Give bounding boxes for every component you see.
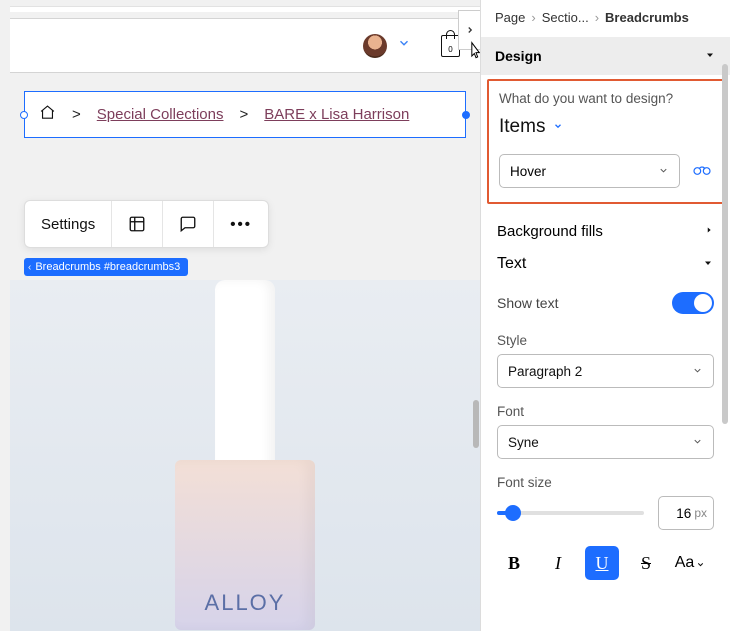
fontsize-slider[interactable] (497, 511, 644, 515)
italic-button[interactable]: I (541, 546, 575, 580)
chevron-down-icon (702, 256, 714, 273)
comment-icon[interactable] (163, 201, 214, 247)
chevron-down-icon (553, 121, 563, 134)
chevron-left-icon: ‹ (28, 262, 31, 273)
state-select-value: Hover (510, 164, 546, 179)
apply-state-icon[interactable] (692, 163, 712, 179)
underline-button[interactable]: U (585, 546, 619, 580)
element-tag-label: Breadcrumbs #breadcrumbs3 (35, 261, 180, 273)
chevron-down-icon (692, 364, 703, 379)
font-group: Font Syne (481, 390, 730, 461)
chevron-down-icon (658, 164, 669, 179)
design-target-box: What do you want to design? Items Hover (487, 79, 724, 204)
breadcrumb-link-1[interactable]: Special Collections (97, 106, 224, 123)
chevron-down-icon (692, 435, 703, 450)
fontsize-unit: px (694, 506, 707, 520)
chevron-right-icon (704, 223, 714, 240)
fontsize-label: Font size (497, 475, 714, 490)
chevron-right-icon: › (595, 10, 599, 25)
element-toolbar: Settings ••• (24, 200, 269, 248)
chevron-right-icon: › (531, 10, 535, 25)
show-text-row: Show text (481, 284, 730, 325)
product-preview: ALLOY (10, 280, 480, 631)
text-case-label: Aa (675, 554, 695, 572)
chevron-right-icon: > (240, 106, 249, 123)
panel-breadcrumb: Page › Sectio... › Breadcrumbs (481, 0, 730, 37)
settings-button[interactable]: Settings (25, 201, 112, 247)
resize-handle-left[interactable] (20, 111, 28, 119)
background-fills-label: Background fills (497, 223, 603, 240)
style-group: Style Paragraph 2 (481, 325, 730, 390)
font-value: Syne (508, 435, 539, 450)
home-icon[interactable] (39, 104, 56, 125)
breadcrumb-link-2[interactable]: BARE x Lisa Harrison (264, 106, 409, 123)
panel-drag-handle[interactable] (473, 400, 479, 448)
chevron-down-icon (704, 48, 716, 64)
layout-icon[interactable] (112, 201, 163, 247)
text-section-label: Text (497, 255, 526, 273)
chevron-right-icon: > (72, 106, 81, 123)
scrollbar[interactable] (722, 20, 728, 551)
panel-crumb-page[interactable]: Page (495, 10, 525, 25)
strikethrough-button[interactable]: S (629, 546, 663, 580)
avatar[interactable] (363, 34, 387, 58)
text-case-button[interactable]: Aa (673, 546, 707, 580)
font-label: Font (497, 404, 714, 419)
background-fills-row[interactable]: Background fills (481, 212, 730, 251)
show-text-label: Show text (497, 295, 558, 311)
fontsize-value: 16 (676, 506, 691, 521)
text-section-header[interactable]: Text (481, 251, 730, 284)
font-select[interactable]: Syne (497, 425, 714, 459)
panel-crumb-current: Breadcrumbs (605, 10, 689, 25)
style-value: Paragraph 2 (508, 364, 582, 379)
design-target-select[interactable]: Items (499, 116, 712, 138)
site-header: 0 (10, 18, 480, 73)
fontsize-group: Font size 16 px (481, 461, 730, 532)
cart-count: 0 (448, 45, 452, 54)
design-panel: Page › Sectio... › Breadcrumbs Design Wh… (480, 0, 730, 631)
style-label: Style (497, 333, 714, 348)
design-section-label: Design (495, 48, 542, 64)
state-select[interactable]: Hover (499, 154, 680, 188)
design-section-header[interactable]: Design (481, 37, 730, 75)
panel-crumb-section[interactable]: Sectio... (542, 10, 589, 25)
breadcrumbs-element[interactable]: > Special Collections > BARE x Lisa Harr… (24, 91, 466, 138)
fontsize-input[interactable]: 16 px (658, 496, 714, 530)
design-target-value: Items (499, 116, 545, 138)
chevron-down-icon[interactable] (397, 36, 411, 55)
design-question: What do you want to design? (499, 91, 712, 106)
canvas-area: 0 > Special Collections > BARE x Lisa Ha… (10, 0, 480, 631)
style-select[interactable]: Paragraph 2 (497, 354, 714, 388)
element-tag[interactable]: ‹ Breadcrumbs #breadcrumbs3 (24, 258, 188, 276)
product-brand: ALLOY (205, 590, 286, 616)
more-icon[interactable]: ••• (214, 201, 268, 247)
resize-handle-right[interactable] (462, 111, 470, 119)
show-text-toggle[interactable] (672, 292, 714, 314)
text-format-row: B I U S Aa (481, 532, 730, 580)
bold-button[interactable]: B (497, 546, 531, 580)
